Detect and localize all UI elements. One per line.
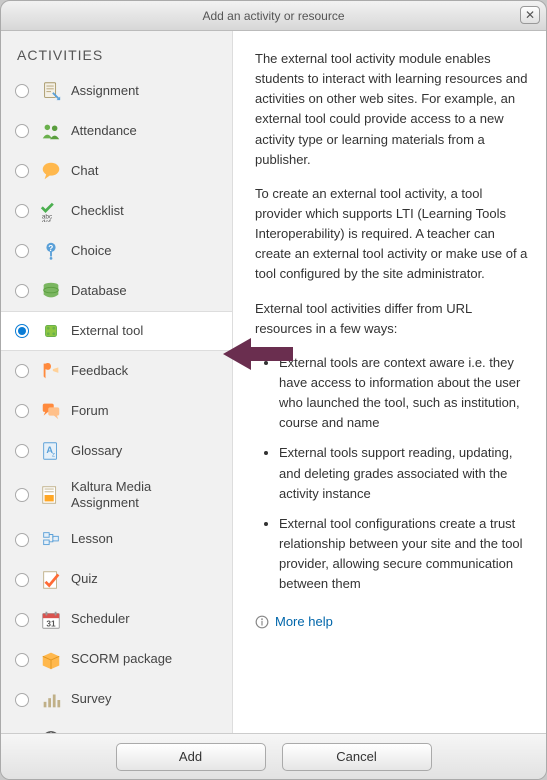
radio-icon <box>15 488 29 502</box>
add-label: Add <box>179 749 202 764</box>
close-button[interactable]: ✕ <box>520 6 540 24</box>
activity-chat[interactable]: Chat <box>1 151 232 191</box>
desc-bullet: External tools support reading, updating… <box>279 443 530 503</box>
radio-icon <box>15 733 29 734</box>
dialog-title: Add an activity or resource <box>202 9 344 23</box>
activity-kaltura[interactable]: Kaltura Media Assignment <box>1 471 232 520</box>
activity-forum[interactable]: Forum <box>1 391 232 431</box>
radio-icon <box>15 84 29 98</box>
activity-scorm[interactable]: SCORM package <box>1 640 232 680</box>
chat-icon <box>39 159 63 183</box>
radio-icon <box>15 444 29 458</box>
activity-label: Checklist <box>71 203 124 219</box>
radio-icon <box>15 613 29 627</box>
activity-label: Quiz <box>71 571 98 587</box>
radio-icon <box>15 573 29 587</box>
activity-label: Choice <box>71 243 111 259</box>
more-help-label: More help <box>275 612 333 632</box>
radio-icon <box>15 364 29 378</box>
dialog-titlebar: Add an activity or resource ✕ <box>1 1 546 31</box>
activity-assignment[interactable]: Assignment <box>1 71 232 111</box>
svg-text:def: def <box>42 219 51 222</box>
checklist-icon: abcdef <box>39 199 63 223</box>
attendance-icon <box>39 119 63 143</box>
svg-text:?: ? <box>48 244 53 253</box>
activity-external-tool[interactable]: External tool <box>1 311 232 351</box>
radio-icon <box>15 653 29 667</box>
desc-bullet: External tool configurations create a tr… <box>279 514 530 595</box>
activities-list: Assignment Attendance Chat <box>1 71 232 733</box>
more-help-link[interactable]: More help <box>255 612 333 632</box>
activity-label: Assignment <box>71 83 139 99</box>
radio-icon <box>15 693 29 707</box>
activity-label: Feedback <box>71 363 128 379</box>
feedback-icon <box>39 359 63 383</box>
activity-lesson[interactable]: Lesson <box>1 520 232 560</box>
activity-survey[interactable]: Survey <box>1 680 232 720</box>
activity-wiki[interactable]: Wiki <box>1 720 232 734</box>
dialog-footer: Add Cancel <box>1 733 546 779</box>
add-button[interactable]: Add <box>116 743 266 771</box>
close-icon: ✕ <box>525 9 535 21</box>
activity-label: Lesson <box>71 531 113 547</box>
desc-bullet: External tools are context aware i.e. th… <box>279 353 530 434</box>
radio-icon <box>15 124 29 138</box>
activity-database[interactable]: Database <box>1 271 232 311</box>
dialog-body: ACTIVITIES Assignment Attendance <box>1 31 546 733</box>
forum-icon <box>39 399 63 423</box>
radio-icon <box>15 533 29 547</box>
svg-text:31: 31 <box>46 619 56 628</box>
radio-icon <box>15 244 29 258</box>
database-icon <box>39 279 63 303</box>
activity-quiz[interactable]: Quiz <box>1 560 232 600</box>
radio-icon <box>15 164 29 178</box>
activity-label: SCORM package <box>71 651 172 667</box>
desc-paragraph: The external tool activity module enable… <box>255 49 530 170</box>
activity-scheduler[interactable]: 31 Scheduler <box>1 600 232 640</box>
activity-label: Database <box>71 283 127 299</box>
radio-icon <box>15 324 29 338</box>
scheduler-icon: 31 <box>39 608 63 632</box>
activity-label: Kaltura Media Assignment <box>71 479 222 512</box>
activity-label: Wiki <box>71 731 96 733</box>
radio-icon <box>15 284 29 298</box>
survey-icon <box>39 688 63 712</box>
activity-choice[interactable]: ? Choice <box>1 231 232 271</box>
scorm-icon <box>39 648 63 672</box>
kaltura-icon <box>39 483 63 507</box>
assignment-icon <box>39 79 63 103</box>
activity-feedback[interactable]: Feedback <box>1 351 232 391</box>
quiz-icon <box>39 568 63 592</box>
radio-icon <box>15 404 29 418</box>
svg-text:z: z <box>52 452 55 459</box>
activity-label: Survey <box>71 691 111 707</box>
activity-label: Attendance <box>71 123 137 139</box>
lesson-icon <box>39 528 63 552</box>
activity-chooser-dialog: Add an activity or resource ✕ ACTIVITIES… <box>0 0 547 780</box>
info-icon <box>255 615 269 629</box>
cancel-label: Cancel <box>336 749 376 764</box>
description-panel: The external tool activity module enable… <box>233 31 546 733</box>
activity-glossary[interactable]: Az Glossary <box>1 431 232 471</box>
choice-icon: ? <box>39 239 63 263</box>
glossary-icon: Az <box>39 439 63 463</box>
activities-heading: ACTIVITIES <box>1 41 232 71</box>
radio-icon <box>15 204 29 218</box>
activity-label: Chat <box>71 163 98 179</box>
external-tool-icon <box>39 319 63 343</box>
activity-checklist[interactable]: abcdef Checklist <box>1 191 232 231</box>
desc-paragraph: To create an external tool activity, a t… <box>255 184 530 285</box>
activity-label: Forum <box>71 403 109 419</box>
activity-label: Glossary <box>71 443 122 459</box>
activity-attendance[interactable]: Attendance <box>1 111 232 151</box>
activities-panel: ACTIVITIES Assignment Attendance <box>1 31 233 733</box>
desc-paragraph: External tool activities differ from URL… <box>255 299 530 339</box>
activity-label: Scheduler <box>71 611 130 627</box>
wiki-icon <box>39 728 63 734</box>
cancel-button[interactable]: Cancel <box>282 743 432 771</box>
desc-bullet-list: External tools are context aware i.e. th… <box>255 353 530 595</box>
activity-label: External tool <box>71 323 143 339</box>
